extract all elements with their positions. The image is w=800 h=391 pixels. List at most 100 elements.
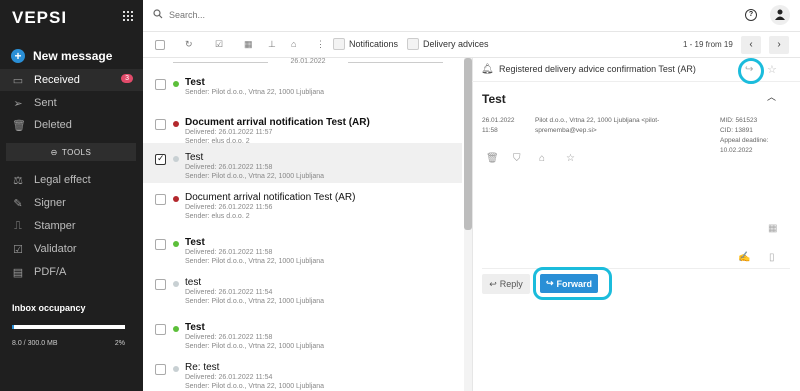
document-icon[interactable]: ▯: [769, 252, 775, 263]
pdf-icon: ▤: [12, 266, 24, 279]
shield-icon[interactable]: ⛉: [513, 153, 521, 164]
filter-label: Delivery advices: [423, 39, 489, 49]
apps-grid-icon[interactable]: [123, 11, 133, 21]
next-page-button[interactable]: ›: [769, 36, 789, 54]
tools-header: ⊖ TOOLS: [6, 143, 136, 161]
calculator-icon[interactable]: ▦: [768, 223, 777, 234]
list-item[interactable]: TestDelivered: 26.01.2022 11:58 Sender: P…: [143, 313, 462, 353]
sidebar-item-sent[interactable]: ➢ Sent: [0, 92, 143, 114]
app-logo: VEPSI: [12, 8, 68, 27]
detail-header-bar: 🔔︎ Registered delivery advice confirmati…: [472, 58, 800, 84]
forward-button[interactable]: ↪ Forward: [540, 274, 598, 293]
detail-appeal-date: 10.02.2022: [720, 147, 753, 154]
sidebar-item-label: PDF/A: [34, 266, 67, 278]
bell-icon: 🔔︎: [481, 64, 494, 75]
mark-read-icon[interactable]: ☑: [215, 39, 223, 50]
message-delivered: Delivered: 26.01.2022 11:54: [185, 374, 273, 381]
filter-delivery-advices[interactable]: Delivery advices: [407, 38, 489, 50]
list-item[interactable]: TestDelivered: 26.01.2022 11:58 Sender: P…: [143, 143, 462, 183]
detail-time-value: 11:58: [482, 127, 498, 134]
list-item[interactable]: test Delivered: 26.01.2022 11:54 Sender: P…: [143, 268, 462, 308]
sidebar-item-signer[interactable]: ✎ Signer: [0, 192, 143, 214]
message-sender: Sender: Pilot d.o.o., Vrtna 22, 1000 Lju…: [185, 89, 325, 96]
row-checkbox[interactable]: [155, 79, 166, 90]
search-icon: [153, 9, 163, 21]
detail-ids: MID: 561523 CID: 13891 Appeal deadline: …: [720, 116, 768, 156]
archive-icon[interactable]: ▦: [244, 39, 253, 50]
row-checkbox[interactable]: [155, 239, 166, 250]
search-input[interactable]: [169, 10, 369, 20]
list-item[interactable]: Document arrival notification Test (AR) D…: [143, 183, 462, 223]
select-all-checkbox[interactable]: [155, 40, 165, 50]
sidebar-item-legal-effect[interactable]: ⚖ Legal effect: [0, 169, 143, 191]
sidebar-item-received[interactable]: ▭ Received 3: [0, 69, 143, 91]
star-icon[interactable]: ☆: [566, 153, 575, 164]
check-icon: ☑: [13, 243, 23, 256]
row-checkbox[interactable]: [155, 364, 166, 375]
list-toolbar: ↻ ☑ ▦ ⊥ ⌂ ⋮ Notifications Delivery advic…: [143, 32, 800, 58]
list-item[interactable]: Test Sender: Pilot d.o.o., Vrtna 22, 1000…: [143, 68, 462, 108]
stamp-icon: ⎍: [14, 219, 22, 232]
more-icon[interactable]: ⋮: [316, 39, 325, 50]
sidebar-item-validator[interactable]: ☑ Validator: [0, 238, 143, 260]
search-box[interactable]: [153, 9, 369, 21]
row-checkbox[interactable]: [155, 153, 166, 165]
detail-subject: Test: [482, 92, 506, 106]
list-item[interactable]: Re: test Delivered: 26.01.2022 11:54 Sende…: [143, 353, 462, 391]
list-scrollbar-thumb[interactable]: [464, 58, 472, 230]
message-sender: Sender: Pilot d.o.o., Vrtna 22, 1000 Lju…: [185, 258, 325, 265]
new-message-button[interactable]: + New message: [11, 49, 112, 63]
trash-icon: 🗑: [12, 119, 26, 132]
message-subject: Document arrival notification Test (AR): [185, 117, 370, 128]
message-subject: Document arrival notification Test (AR): [185, 192, 356, 203]
status-dot: [173, 281, 179, 287]
top-bar: ?: [143, 0, 800, 32]
detail-cid: CID: 13891: [720, 127, 753, 134]
status-dot: [173, 121, 179, 127]
collapse-chevron-icon[interactable]: ︿: [767, 90, 776, 103]
reply-button[interactable]: ↩ Reply: [482, 274, 530, 294]
notifications-checkbox[interactable]: [333, 38, 345, 50]
pen-icon: ✎: [13, 197, 23, 210]
detail-mid: MID: 561523: [720, 117, 758, 124]
detail-from: Pilot d.o.o., Vrtna 22, 1000 Ljubljana <…: [535, 116, 659, 136]
row-checkbox[interactable]: [155, 279, 166, 290]
sidebar: VEPSI + New message ▭ Received 3 ➢ Sent …: [0, 0, 143, 391]
date-separator: 26.01.2022: [173, 58, 443, 65]
forward-icon[interactable]: ↪: [745, 64, 753, 75]
refresh-icon[interactable]: ↻: [185, 39, 193, 50]
detail-from-line: Pilot d.o.o., Vrtna 22, 1000 Ljubljana <…: [535, 117, 660, 124]
tag-icon[interactable]: ⌂: [539, 153, 545, 164]
inbox-occupancy-bar: [12, 325, 125, 329]
delivery-advices-checkbox[interactable]: [407, 38, 419, 50]
sidebar-item-stamper[interactable]: ⎍ Stamper: [0, 215, 143, 237]
sidebar-item-deleted[interactable]: 🗑 Deleted: [0, 114, 143, 136]
sidebar-item-label: Validator: [34, 243, 77, 255]
status-dot: [173, 366, 179, 372]
assign-user-icon[interactable]: ✍: [738, 252, 750, 263]
tag-icon[interactable]: ⌂: [291, 39, 296, 49]
message-delivered: Delivered: 26.01.2022 11:58: [185, 334, 273, 341]
list-item[interactable]: TestDelivered: 26.01.2022 11:58 Sender: P…: [143, 228, 462, 268]
list-item[interactable]: Document arrival notification Test (AR) D…: [143, 108, 462, 148]
detail-date-value: 26.01.2022: [482, 117, 515, 124]
app-window: VEPSI + New message ▭ Received 3 ➢ Sent …: [0, 0, 800, 391]
prev-page-button[interactable]: ‹: [741, 36, 761, 54]
detail-related-title: Registered delivery advice confirmation …: [499, 64, 696, 74]
sidebar-item-label: Received: [34, 74, 80, 86]
row-checkbox[interactable]: [155, 119, 166, 130]
message-subject: test: [185, 277, 202, 288]
sidebar-item-pdfa[interactable]: ▤ PDF/A: [0, 261, 143, 283]
row-checkbox[interactable]: [155, 194, 166, 205]
user-avatar[interactable]: [770, 5, 790, 25]
sidebar-item-label: Signer: [34, 197, 66, 209]
unread-badge: 3: [121, 74, 133, 83]
reply-label: Reply: [499, 279, 523, 289]
filter-notifications[interactable]: Notifications: [333, 38, 398, 50]
row-checkbox[interactable]: [155, 324, 166, 335]
delete-icon[interactable]: 🗑: [486, 153, 499, 164]
star-icon[interactable]: ☆: [767, 63, 777, 76]
pin-icon[interactable]: ⊥: [268, 39, 276, 50]
help-icon[interactable]: ?: [745, 9, 757, 21]
detail-separator: [482, 268, 790, 269]
